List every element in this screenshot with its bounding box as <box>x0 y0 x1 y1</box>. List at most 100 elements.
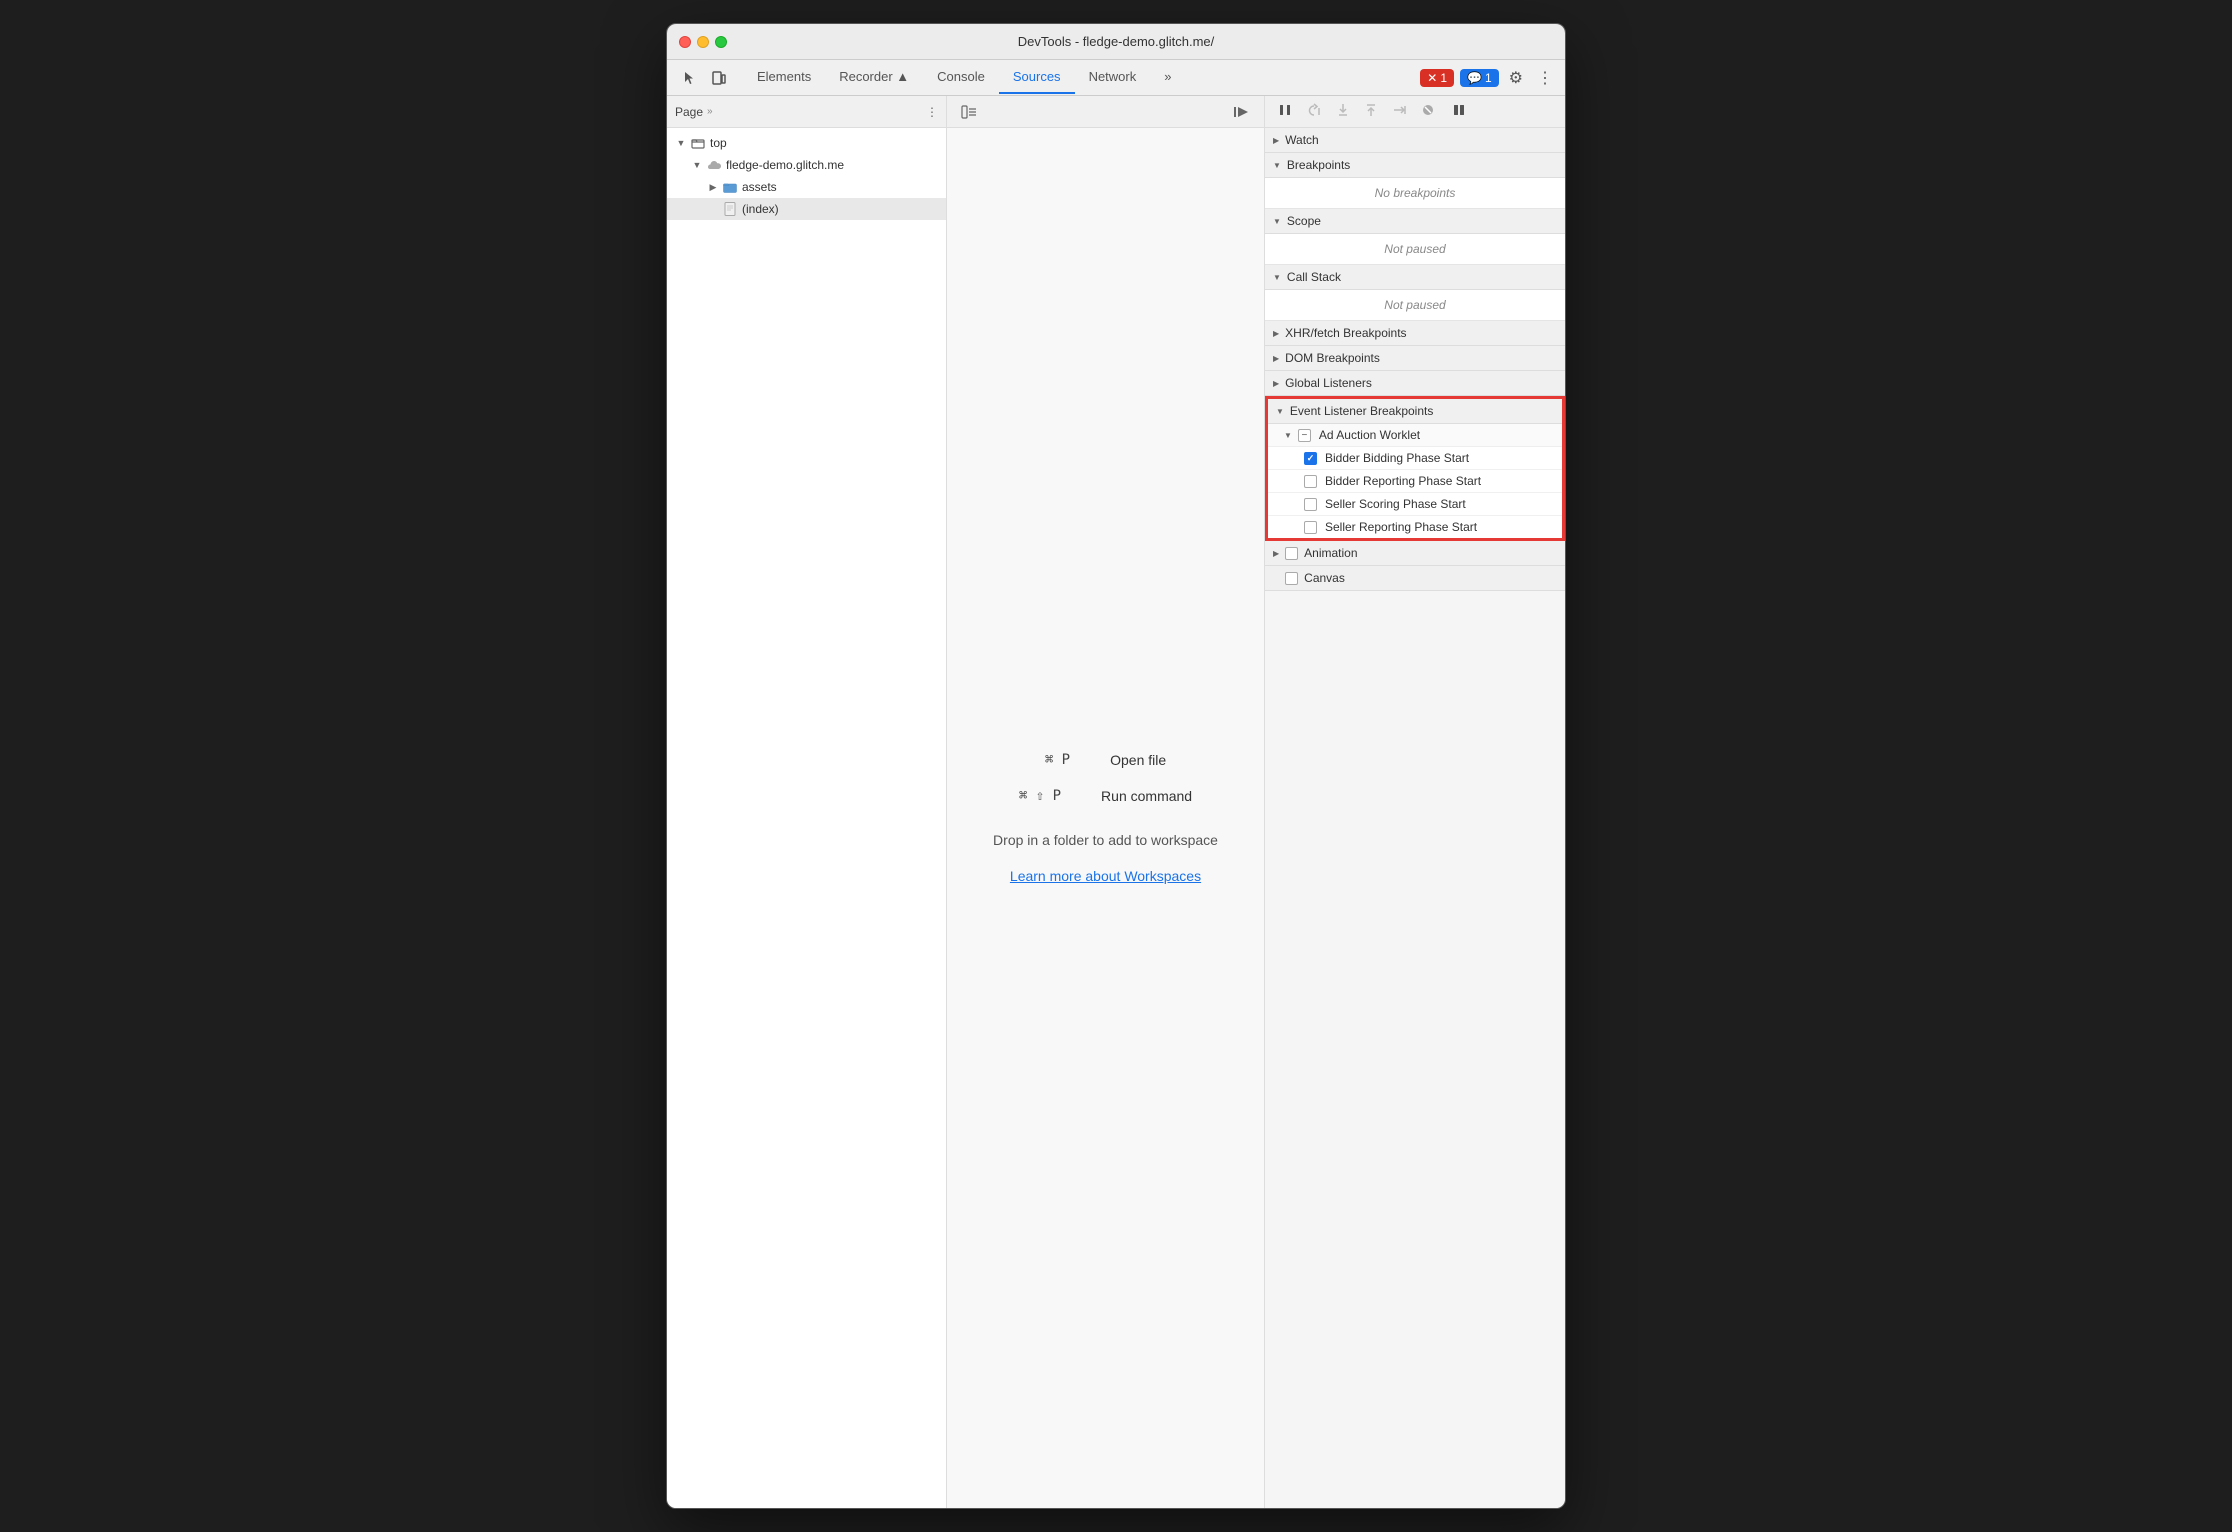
traffic-lights <box>679 36 727 48</box>
tree-arrow-top: ▼ <box>675 137 687 149</box>
dom-label: DOM Breakpoints <box>1285 351 1380 365</box>
breakpoints-label: Breakpoints <box>1287 158 1350 172</box>
folder-icon-assets <box>722 179 738 195</box>
call-stack-arrow-icon: ▼ <box>1273 273 1281 282</box>
tab-more[interactable]: » <box>1150 61 1185 94</box>
xhr-section-header[interactable]: ▶ XHR/fetch Breakpoints <box>1265 321 1565 346</box>
seller-reporting-row[interactable]: Seller Reporting Phase Start <box>1268 516 1562 538</box>
tab-bar: Elements Recorder ▲ Console Sources Netw… <box>743 61 1418 94</box>
seller-scoring-checkbox[interactable] <box>1304 498 1317 511</box>
bidder-bidding-checkbox[interactable] <box>1304 452 1317 465</box>
breakpoints-content: No breakpoints <box>1265 178 1565 209</box>
middle-panel: ⌘ P Open file ⌘ ⇧ P Run command Drop in … <box>947 96 1265 1508</box>
ad-auction-checkbox-indeterminate[interactable]: − <box>1298 429 1311 442</box>
watch-section-header[interactable]: ▶ Watch <box>1265 128 1565 153</box>
shortcut-run-command: ⌘ ⇧ P Run command <box>1019 788 1192 804</box>
left-panel: Page » ⋮ ▼ top <box>667 96 947 1508</box>
animation-checkbox[interactable] <box>1285 547 1298 560</box>
tree-label-top: top <box>710 136 727 150</box>
tab-network[interactable]: Network <box>1075 61 1151 94</box>
page-label: Page <box>675 105 703 119</box>
cursor-icon[interactable] <box>675 66 703 90</box>
folder-icon-top <box>690 135 706 151</box>
shortcut-label-open: Open file <box>1110 752 1166 768</box>
step-over-button[interactable] <box>1301 100 1327 123</box>
call-stack-section-header[interactable]: ▼ Call Stack <box>1265 265 1565 290</box>
global-listeners-arrow-icon: ▶ <box>1273 379 1279 388</box>
scope-label: Scope <box>1287 214 1321 228</box>
bidder-reporting-label: Bidder Reporting Phase Start <box>1325 474 1481 488</box>
dom-section-header[interactable]: ▶ DOM Breakpoints <box>1265 346 1565 371</box>
tab-recorder[interactable]: Recorder ▲ <box>825 61 923 94</box>
info-icon: 💬 <box>1467 71 1482 85</box>
bidder-bidding-row[interactable]: Bidder Bidding Phase Start <box>1268 447 1562 470</box>
seller-reporting-label: Seller Reporting Phase Start <box>1325 520 1477 534</box>
canvas-section-header[interactable]: ▶ Canvas <box>1265 566 1565 591</box>
panel-menu-icon[interactable]: ⋮ <box>926 105 938 119</box>
devtools-body: Elements Recorder ▲ Console Sources Netw… <box>667 60 1565 1508</box>
run-snippet-icon[interactable] <box>1228 101 1256 123</box>
more-options-icon[interactable]: ⋮ <box>1533 64 1557 92</box>
tree-item-top[interactable]: ▼ top <box>667 132 946 154</box>
pause-on-exceptions-icon[interactable] <box>1447 100 1471 123</box>
xhr-arrow-icon: ▶ <box>1273 329 1279 338</box>
maximize-button[interactable] <box>715 36 727 48</box>
dom-arrow-icon: ▶ <box>1273 354 1279 363</box>
breakpoints-section-header[interactable]: ▼ Breakpoints <box>1265 153 1565 178</box>
error-icon: ✕ <box>1427 71 1437 85</box>
seller-reporting-checkbox[interactable] <box>1304 521 1317 534</box>
workspace-link[interactable]: Learn more about Workspaces <box>1010 868 1201 884</box>
device-toggle-icon[interactable] <box>705 66 733 90</box>
file-tree: ▼ top ▼ <box>667 128 946 224</box>
tree-item-domain[interactable]: ▼ fledge-demo.glitch.me <box>667 154 946 176</box>
error-badge[interactable]: ✕ 1 <box>1420 69 1454 87</box>
watch-arrow-icon: ▶ <box>1273 136 1279 145</box>
breakpoints-arrow-icon: ▼ <box>1273 161 1281 170</box>
animation-section-header[interactable]: ▶ Animation <box>1265 541 1565 566</box>
breakpoints-empty-text: No breakpoints <box>1265 178 1565 208</box>
close-button[interactable] <box>679 36 691 48</box>
minimize-button[interactable] <box>697 36 709 48</box>
global-listeners-section-header[interactable]: ▶ Global Listeners <box>1265 371 1565 396</box>
seller-scoring-row[interactable]: Seller Scoring Phase Start <box>1268 493 1562 516</box>
bidder-reporting-checkbox[interactable] <box>1304 475 1317 488</box>
bidder-reporting-row[interactable]: Bidder Reporting Phase Start <box>1268 470 1562 493</box>
animation-label: Animation <box>1304 546 1357 560</box>
tree-item-assets[interactable]: ▶ assets <box>667 176 946 198</box>
xhr-label: XHR/fetch Breakpoints <box>1285 326 1406 340</box>
tab-sources[interactable]: Sources <box>999 61 1075 94</box>
editor-content: ⌘ P Open file ⌘ ⇧ P Run command Drop in … <box>947 128 1264 1508</box>
tree-arrow-domain: ▼ <box>691 159 703 171</box>
canvas-checkbox[interactable] <box>1285 572 1298 585</box>
step-button[interactable] <box>1387 100 1413 123</box>
tab-elements[interactable]: Elements <box>743 61 825 94</box>
call-stack-label: Call Stack <box>1287 270 1341 284</box>
settings-icon[interactable]: ⚙ <box>1505 64 1527 92</box>
shortcut-key-open: ⌘ P <box>1045 752 1070 768</box>
global-listeners-label: Global Listeners <box>1285 376 1372 390</box>
tree-label-domain: fledge-demo.glitch.me <box>726 158 844 172</box>
scope-section-header[interactable]: ▼ Scope <box>1265 209 1565 234</box>
call-stack-empty-text: Not paused <box>1265 290 1565 320</box>
tree-label-index: (index) <box>742 202 779 216</box>
animation-arrow-icon: ▶ <box>1273 549 1279 558</box>
scope-empty-text: Not paused <box>1265 234 1565 264</box>
event-listener-header[interactable]: ▼ Event Listener Breakpoints <box>1268 399 1562 424</box>
watch-label: Watch <box>1285 133 1319 147</box>
tab-console[interactable]: Console <box>923 61 999 94</box>
shortcut-label-run: Run command <box>1101 788 1192 804</box>
devtools-window: DevTools - fledge-demo.glitch.me/ E <box>666 23 1566 1509</box>
step-out-button[interactable] <box>1359 100 1383 123</box>
ad-auction-worklet-header[interactable]: ▼ − Ad Auction Worklet <box>1268 424 1562 447</box>
canvas-label: Canvas <box>1304 571 1345 585</box>
step-into-button[interactable] <box>1331 100 1355 123</box>
page-chevron-icon: » <box>707 106 713 117</box>
toolbar-left-icons <box>675 66 733 90</box>
main-content: Page » ⋮ ▼ top <box>667 96 1565 1508</box>
show-navigator-icon[interactable] <box>955 101 983 123</box>
pause-button[interactable] <box>1273 100 1297 123</box>
deactivate-breakpoints-icon[interactable] <box>1417 100 1443 123</box>
ad-auction-arrow-icon: ▼ <box>1284 431 1292 440</box>
tree-item-index[interactable]: ▶ (index) <box>667 198 946 220</box>
info-badge[interactable]: 💬 1 <box>1460 69 1499 87</box>
